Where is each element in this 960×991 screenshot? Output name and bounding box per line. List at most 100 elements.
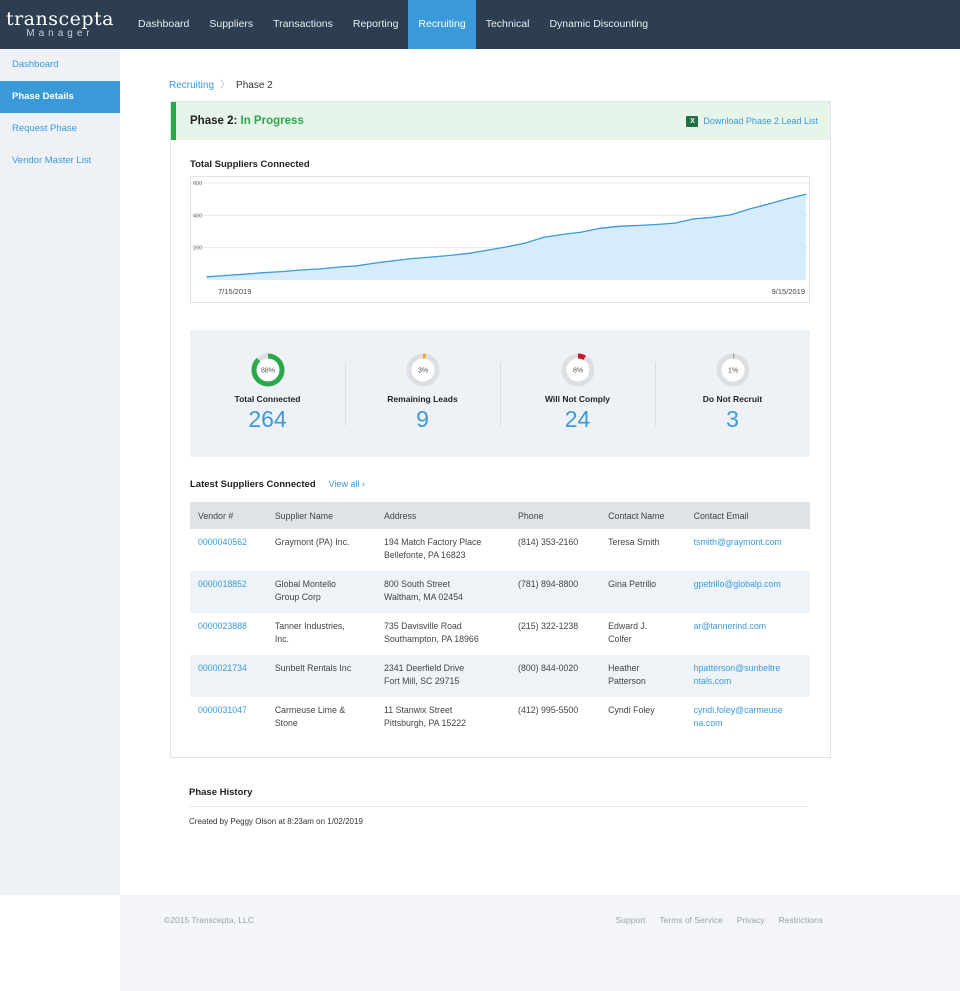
supplier-name-cell: Global Montello Group Corp	[266, 571, 376, 613]
vendor-number-link[interactable]: 0000021734	[190, 655, 267, 697]
address-cell: 194 Match Factory Place Bellefonte, PA 16…	[376, 529, 510, 571]
phone-cell: (215) 322-1238	[518, 621, 579, 631]
phase-header: Phase 2: In Progress X Download Phase 2 …	[171, 102, 830, 140]
email-line: ntals.com	[693, 675, 732, 686]
table-row: 0000018852 Global Montello Group Corp 800 S…	[190, 571, 810, 613]
footer-link-support[interactable]: Support	[616, 915, 646, 925]
chart-data-point	[693, 218, 695, 220]
footer: ©2015 Transcepta, LLC Support Terms of Se…	[120, 895, 960, 991]
supplier-name-line: Carmeuse Lime &	[274, 705, 346, 715]
phone-cell: (412) 995-5500	[518, 705, 579, 715]
column-header-contact-email[interactable]: Contact Email	[685, 502, 810, 529]
chart-data-point	[711, 216, 714, 218]
column-header-phone[interactable]: Phone	[510, 502, 601, 529]
table-header-row: Vendor # Supplier Name Address Phone Contact…	[190, 502, 810, 529]
email-line: cyndi.foley@carmeuse	[693, 705, 783, 715]
breadcrumb-separator: 〉	[220, 80, 231, 91]
brand-name: transcepta	[5, 7, 115, 30]
phone-cell: (814) 353-2160	[518, 537, 579, 547]
column-header-address[interactable]: Address	[376, 502, 511, 529]
chart-data-point	[768, 203, 770, 205]
contact-email-link[interactable]: tsmith@graymont.com	[686, 529, 810, 571]
chart-data-point	[543, 236, 545, 238]
contact-name-line: Colfer	[608, 633, 632, 644]
sidebar-item-phase-details[interactable]: Phase Details	[0, 81, 120, 113]
brand-sub: Manager	[26, 27, 94, 39]
stat-label: Remaining Leads	[387, 394, 458, 404]
y-tick-label: 600	[193, 181, 202, 187]
vendor-number-link[interactable]: 0000040562	[190, 529, 267, 571]
address-line: Pittsburgh, PA 15222	[384, 717, 466, 728]
contact-email-link[interactable]: hpatterson@sunbeltre ntals.com	[685, 655, 810, 697]
download-label: Download Phase 2 Lead List	[703, 116, 818, 126]
address-line: 800 South Street	[384, 579, 451, 589]
chart-data-point	[206, 276, 208, 278]
nav-item-dashboard[interactable]: Dashboard	[128, 0, 199, 49]
breadcrumb-current: Phase 2	[236, 80, 273, 91]
footer-link-restrictions[interactable]: Restrictions	[779, 915, 823, 925]
contact-email-link[interactable]: ar@tannerind.com	[686, 613, 810, 655]
contact-email-link[interactable]: cyndi.foley@carmeuse na.com	[686, 697, 810, 739]
chart-data-point	[655, 223, 657, 226]
stats-summary: 88% Total Connected 264 3% Remaining Leads 9 8…	[190, 330, 810, 457]
sidebar-item-dashboard[interactable]: Dashboard	[0, 49, 120, 81]
donut-chart: 1%	[716, 353, 749, 387]
chart-data-point	[468, 252, 470, 254]
address-cell: 800 South Street Waltham, MA 02454	[376, 571, 511, 613]
download-lead-list-link[interactable]: X Download Phase 2 Lead List	[686, 115, 818, 127]
contact-email-link[interactable]: gpetrillo@globalp.com	[685, 571, 810, 613]
sidebar-item-request-phase[interactable]: Request Phase	[0, 113, 120, 145]
phase-panel: Phase 2: In Progress X Download Phase 2 …	[170, 101, 831, 758]
chart-data-point	[393, 260, 395, 262]
footer-link-privacy[interactable]: Privacy	[737, 915, 765, 925]
nav-item-reporting[interactable]: Reporting	[343, 0, 409, 49]
nav-item-transactions[interactable]: Transactions	[263, 0, 343, 49]
address-line: 2341 Deerfield Drive	[384, 663, 465, 673]
chart-data-point	[337, 266, 339, 268]
chart-data-point	[580, 231, 582, 233]
nav-item-technical[interactable]: Technical	[476, 0, 540, 49]
chart-data-point	[262, 272, 264, 274]
stat-value: 24	[564, 406, 591, 432]
chart-data-point	[487, 249, 489, 251]
supplier-name-line: Group Corp	[274, 591, 321, 602]
chart-data-point	[562, 233, 564, 235]
donut-chart: 8%	[561, 353, 594, 387]
column-header-supplier-name[interactable]: Supplier Name	[266, 502, 376, 529]
nav-item-dynamic-discounting[interactable]: Dynamic Discounting	[539, 0, 658, 49]
donut-percent: 88%	[260, 368, 274, 375]
column-header-contact-name[interactable]: Contact Name	[600, 502, 686, 529]
stat-total-connected: 88% Total Connected 264	[190, 330, 345, 457]
vendor-number-link[interactable]: 0000023888	[190, 613, 267, 655]
suppliers-table: Vendor # Supplier Name Address Phone Contact…	[190, 502, 810, 739]
contact-name-line: Teresa Smith	[608, 537, 660, 547]
column-header-vendor[interactable]: Vendor #	[190, 502, 267, 529]
chart-data-point	[449, 254, 451, 256]
contact-name-cell: Cyndi Foley	[600, 697, 685, 739]
address-cell: 11 Stanwix Street Pittsburgh, PA 15222	[376, 697, 510, 739]
nav-item-recruiting[interactable]: Recruiting	[408, 0, 476, 49]
table-row: 0000031047 Carmeuse Lime & Stone 11 Stanwix…	[190, 697, 810, 739]
chart-area-fill	[207, 194, 806, 280]
footer-link-terms-of-service[interactable]: Terms of Service	[659, 915, 722, 925]
suppliers-chart: 200 400 600 7/15/2019 9/15/2019	[190, 176, 810, 303]
chart-data-point	[300, 269, 302, 271]
donut-percent: 3%	[417, 368, 427, 375]
sidebar-item-vendor-master-list[interactable]: Vendor Master List	[0, 145, 120, 177]
chart-data-point	[374, 262, 377, 264]
chart-data-point	[356, 265, 358, 267]
chart-data-point	[749, 208, 751, 210]
vendor-number-link[interactable]: 0000031047	[190, 697, 267, 739]
phone-cell: (781) 894-8800	[510, 571, 601, 613]
chart-data-point	[318, 268, 320, 270]
breadcrumb-parent-link[interactable]: Recruiting	[169, 80, 214, 91]
vendor-number-link[interactable]: 0000018852	[190, 571, 267, 613]
brand-logo[interactable]: transcepta Manager	[0, 0, 120, 49]
nav-item-suppliers[interactable]: Suppliers	[199, 0, 263, 49]
email-line: ar@tannerind.com	[693, 621, 767, 631]
table-row: 0000023888 Tanner Industries, Inc. 735 Davi…	[190, 613, 810, 655]
chart-data-point	[281, 271, 283, 273]
view-all-link[interactable]: View all ›	[329, 479, 365, 489]
phase-history-title: Phase History	[189, 787, 253, 798]
phone-cell: (800) 844-0020	[510, 655, 601, 697]
